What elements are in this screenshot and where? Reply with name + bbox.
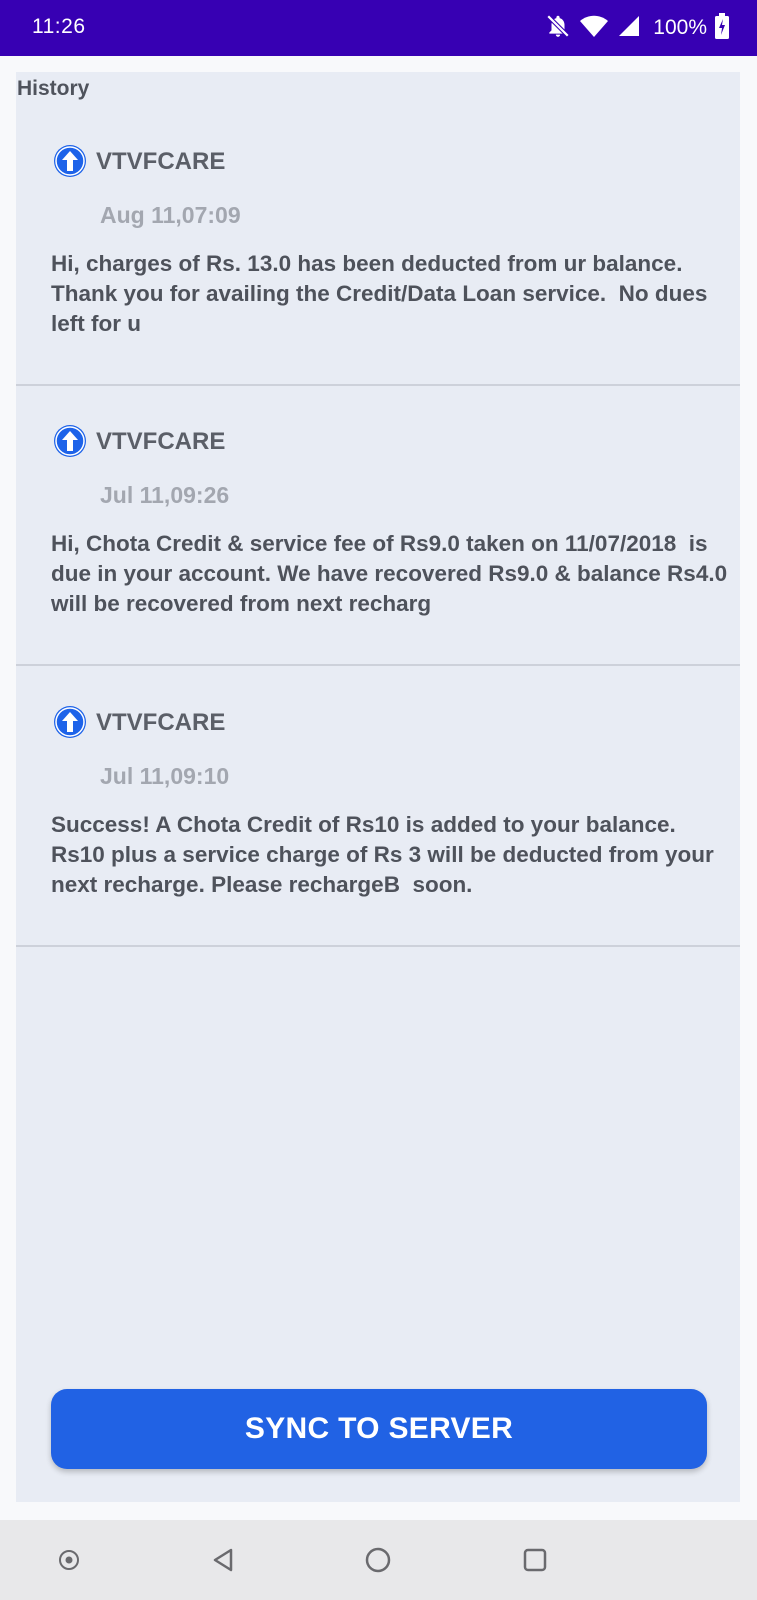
wifi-icon [579,14,609,43]
page-title: History [17,77,90,100]
list-item[interactable]: VTVFCARE Jul 11,09:10 Success! A Chota C… [16,667,740,947]
sync-to-server-button[interactable]: SYNC TO SERVER [51,1389,707,1469]
recents-icon[interactable] [515,1540,555,1580]
arrow-up-circle-icon [53,424,87,458]
status-bar: 11:26 100% [0,0,757,56]
battery-charging-icon [715,12,729,44]
message-sender: VTVFCARE [96,428,226,455]
home-icon[interactable] [358,1540,398,1580]
status-icons: 100% [545,12,729,44]
message-body: Hi, Chota Credit & service fee of Rs9.0 … [51,531,734,616]
message-date: Aug 11,07:09 [100,202,241,228]
status-time: 11:26 [32,15,86,38]
arrow-up-circle-icon [53,705,87,739]
message-date: Jul 11,09:26 [100,482,230,508]
arrow-up-circle-icon [53,144,87,178]
battery-percentage: 100% [653,16,707,39]
list-item[interactable]: VTVFCARE Jul 11,09:26 Hi, Chota Credit &… [16,386,740,666]
navigation-bar [0,1520,757,1600]
message-body: Hi, charges of Rs. 13.0 has been deducte… [51,251,714,336]
list-item[interactable]: VTVFCARE Aug 11,07:09 Hi, charges of Rs.… [16,106,740,386]
notifications-off-icon [545,13,571,44]
assistant-icon[interactable] [49,1540,89,1580]
message-sender: VTVFCARE [96,148,226,175]
message-sender: VTVFCARE [96,709,226,736]
message-body: Success! A Chota Credit of Rs10 is added… [51,812,720,897]
back-icon[interactable] [203,1540,243,1580]
signal-icon [617,14,641,43]
message-date: Jul 11,09:10 [100,763,230,789]
